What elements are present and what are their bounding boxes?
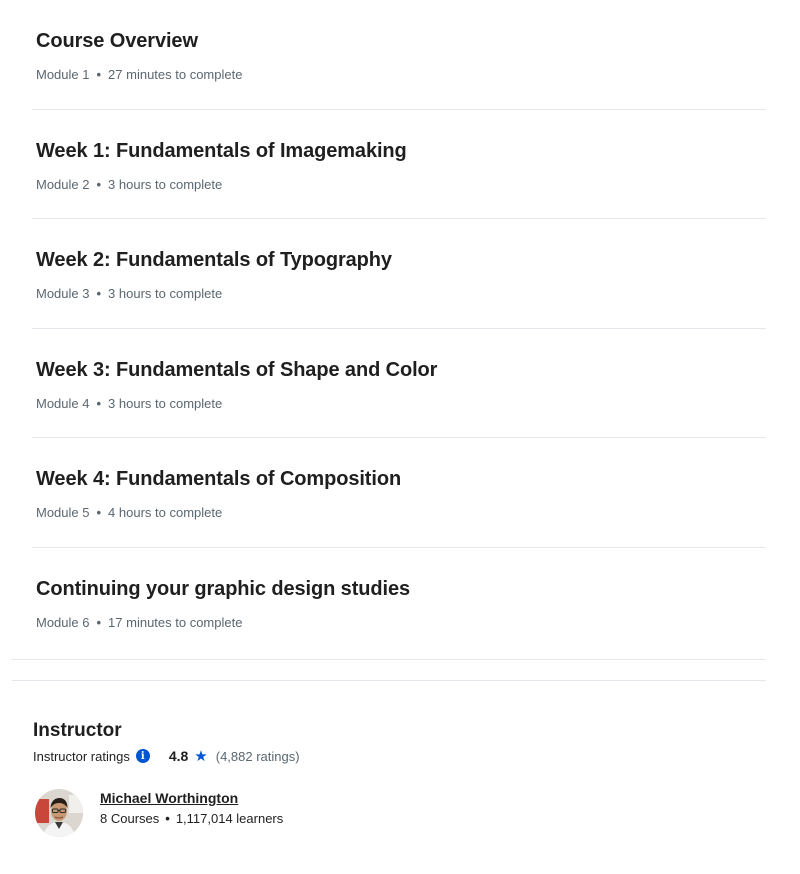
info-icon[interactable]: i xyxy=(135,749,150,763)
instructor-info: Michael Worthington 8 Courses • 1,117,014 … xyxy=(100,790,283,826)
separator-dot: • xyxy=(96,176,102,192)
learners-count: 1,117,014 learners xyxy=(175,811,284,826)
module-duration: 4 hours to complete xyxy=(108,505,223,520)
separator-dot: • xyxy=(96,286,102,301)
module-item[interactable]: Week 2: Fundamentals of Typography Modul… xyxy=(32,219,766,329)
module-number: Module 2 xyxy=(36,176,90,192)
ratings-label: Instructor ratings xyxy=(33,748,130,764)
module-title[interactable]: Course Overview xyxy=(36,30,198,53)
module-duration: 3 hours to complete xyxy=(108,395,223,411)
module-number: Module 3 xyxy=(36,286,90,301)
rating-value: 4.8 xyxy=(168,748,189,764)
instructor-profile: Michael Worthington 8 Courses • 1,117,014 … xyxy=(33,789,733,837)
module-item[interactable]: Week 4: Fundamentals of Composition Modu… xyxy=(32,438,766,548)
module-meta: Module 3 • 3 hours to complete xyxy=(36,286,222,301)
module-number: Module 5 xyxy=(36,505,90,520)
avatar[interactable] xyxy=(35,789,83,837)
module-number: Module 6 xyxy=(36,614,90,630)
separator-dot: • xyxy=(96,67,102,82)
module-number: Module 1 xyxy=(36,67,90,82)
module-meta: Module 4 • 3 hours to complete xyxy=(36,396,222,411)
module-meta: Module 5 • 4 hours to complete xyxy=(36,505,222,520)
divider xyxy=(12,680,766,681)
instructor-section: Instructor Instructor ratings i 4.8 ★ (4… xyxy=(33,717,733,837)
instructor-name-link[interactable]: Michael Worthington xyxy=(100,790,283,806)
courses-count: 8 Courses xyxy=(100,811,160,826)
module-item[interactable]: Continuing your graphic design studies M… xyxy=(32,548,766,658)
instructor-stats: 8 Courses • 1,117,014 learners xyxy=(100,811,283,826)
module-item[interactable]: Course Overview Module 1 • 27 minutes to c… xyxy=(32,0,766,110)
module-title[interactable]: Week 3: Fundamentals of Shape and Color xyxy=(36,359,437,382)
divider xyxy=(12,659,766,660)
module-duration: 3 hours to complete xyxy=(108,176,223,192)
separator-dot: • xyxy=(96,395,102,411)
module-title[interactable]: Week 4: Fundamentals of Composition xyxy=(36,468,401,491)
separator-dot: • xyxy=(96,614,102,630)
module-item[interactable]: Week 1: Fundamentals of Imagemaking Modu… xyxy=(32,110,766,219)
module-title[interactable]: Week 1: Fundamentals of Imagemaking xyxy=(36,140,407,163)
separator-dot: • xyxy=(96,505,102,520)
module-list: Course Overview Module 1 • 27 minutes to c… xyxy=(32,0,766,657)
module-meta: Module 2 • 3 hours to complete xyxy=(36,177,222,192)
module-number: Module 4 xyxy=(36,395,90,411)
instructor-ratings-row: Instructor ratings i 4.8 ★ (4,882 rating… xyxy=(33,747,733,765)
rating-count: (4,882 ratings) xyxy=(215,748,300,764)
module-title[interactable]: Week 2: Fundamentals of Typography xyxy=(36,249,392,272)
avatar-photo xyxy=(35,789,83,837)
module-duration: 27 minutes to complete xyxy=(108,67,243,82)
instructor-heading: Instructor xyxy=(33,720,122,741)
module-title[interactable]: Continuing your graphic design studies xyxy=(36,578,410,601)
module-meta: Module 1 • 27 minutes to complete xyxy=(36,67,242,82)
module-duration: 17 minutes to complete xyxy=(108,614,243,630)
module-duration: 3 hours to complete xyxy=(108,286,223,301)
separator-dot: • xyxy=(165,811,170,826)
module-meta: Module 6 • 17 minutes to complete xyxy=(36,615,242,630)
star-icon: ★ xyxy=(194,747,208,765)
module-item[interactable]: Week 3: Fundamentals of Shape and Color … xyxy=(32,329,766,438)
